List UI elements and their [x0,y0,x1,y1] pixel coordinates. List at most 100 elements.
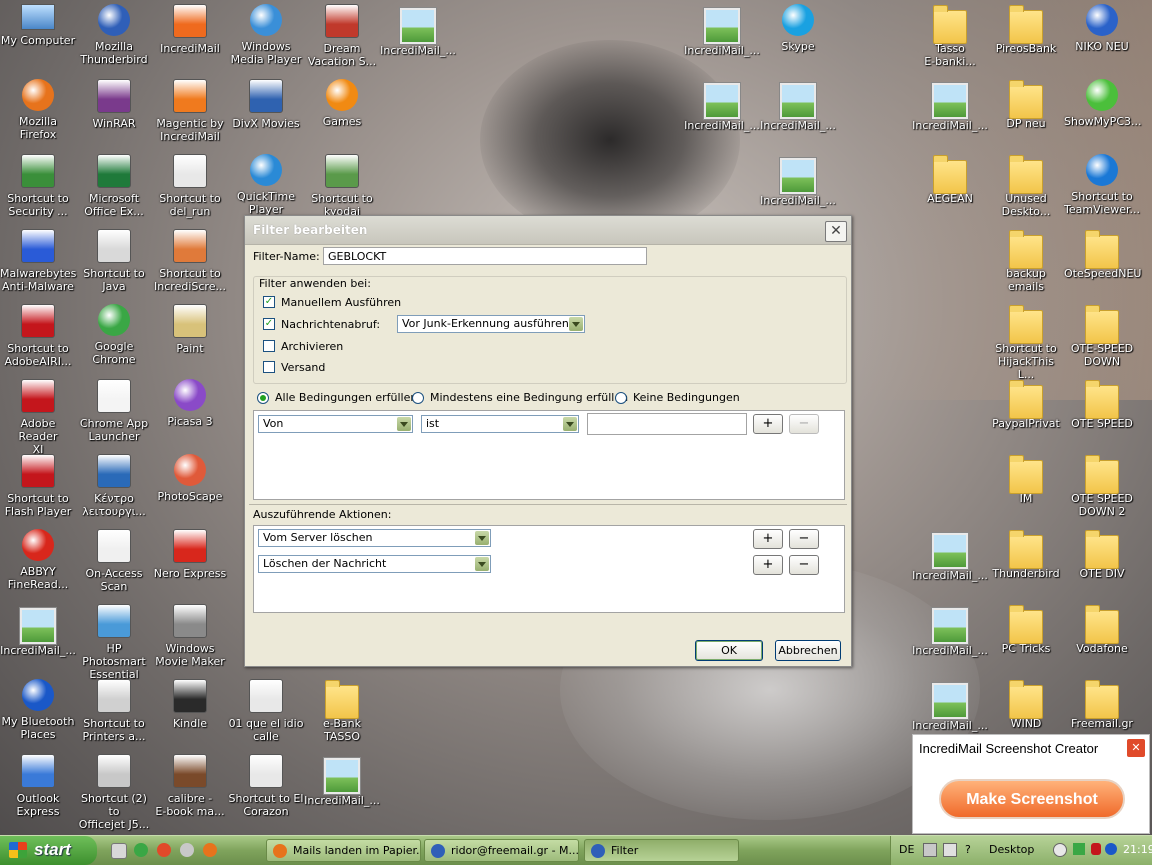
desktop-icon[interactable]: DivX Movies [228,79,304,130]
alert-icon[interactable] [1091,843,1101,855]
filter-name-input[interactable]: GEBLOCKT [323,247,647,265]
desktop-icon[interactable]: Kindle [152,679,228,730]
desktop-icon[interactable]: Mozilla Firefox [0,79,76,141]
desktop-icon[interactable]: DP neu [988,79,1064,130]
desktop-toolbar-label[interactable]: Desktop [989,843,1034,856]
desktop-icon[interactable]: Freemail.gr [1064,679,1140,730]
desktop-icon[interactable]: Picasa 3 [152,379,228,428]
desktop-icon[interactable]: Windows Movie Maker [152,604,228,668]
send-checkbox[interactable] [263,361,275,373]
desktop-icon[interactable]: PhotoScape [152,454,228,503]
match-none-radio[interactable] [615,392,627,404]
bluetooth-icon[interactable] [1105,843,1117,855]
manual-run-checkbox[interactable]: ✓ [263,296,275,308]
launcher-icon[interactable] [157,843,171,857]
desktop-icon[interactable]: Shortcut to Flash Player [0,454,76,518]
desktop-icon[interactable]: OTE-SPEED DOWN [1064,304,1140,368]
pen-icon[interactable] [943,843,957,857]
desktop-icon[interactable]: Mozilla Thunderbird [76,4,152,66]
desktop-icon[interactable]: ShowMyPC3... [1064,79,1141,128]
desktop-icon[interactable]: Shortcut to AdobeAIRI... [0,304,76,368]
task-freemail[interactable]: ridor@freemail.gr - M... [424,839,579,862]
desktop-icon[interactable]: 01 que el idio calle [228,679,304,743]
desktop-icon[interactable]: Shortcut to del_run [152,154,228,218]
action-select-1[interactable]: Vom Server löschen [258,529,491,547]
condition-operator-select[interactable]: ist [421,415,579,433]
retrieval-checkbox[interactable]: ✓ [263,318,275,330]
desktop-icon[interactable]: IM [988,454,1064,505]
desktop-icon[interactable]: IncrediMail_... [304,754,380,807]
desktop-icon[interactable]: My Computer [0,4,76,47]
desktop-icon[interactable]: My Bluetooth Places [0,679,76,741]
condition-field-select[interactable]: Von [258,415,413,433]
desktop-icon[interactable]: backup emails [988,229,1064,293]
retrieval-timing-select[interactable]: Vor Junk-Erkennung ausführen [397,315,585,333]
ok-button[interactable]: OK [695,640,763,661]
desktop-icon[interactable]: Shortcut to Printers a... [76,679,152,743]
chevron-left-icon[interactable] [1053,843,1067,857]
desktop-icon[interactable]: Shortcut to IncrediScre... [152,229,228,293]
help-icon[interactable]: ? [965,843,971,856]
desktop-icon[interactable]: Shortcut (2) to Officejet J5... [76,754,152,831]
desktop-icon[interactable]: IncrediMail_... [912,604,988,657]
archive-checkbox[interactable] [263,340,275,352]
desktop-icon[interactable]: Dream Vacation S... [304,4,380,68]
desktop-icon[interactable]: Shortcut to Java [76,229,152,293]
desktop-icon[interactable]: IncrediMail_... [684,79,760,132]
media-icon[interactable] [180,843,194,857]
match-all-radio[interactable] [257,392,269,404]
dialog-close-button[interactable]: ✕ [825,221,847,242]
match-any-radio[interactable] [412,392,424,404]
desktop-icon[interactable]: Nero Express [152,529,228,580]
desktop-icon[interactable]: WinRAR [76,79,152,130]
desktop-icon[interactable]: Vodafone [1064,604,1140,655]
screenshot-creator-close-button[interactable]: ✕ [1127,739,1145,757]
desktop-icon[interactable]: Malwarebytes Anti-Malware [0,229,76,293]
desktop-icon[interactable]: IncrediMail_... [912,79,988,132]
desktop-icon[interactable]: IncrediMail_... [380,4,456,57]
desktop-icon[interactable]: Unused Deskto... [988,154,1064,218]
make-screenshot-button[interactable]: Make Screenshot [939,779,1125,819]
desktop-icon[interactable]: Microsoft Office Ex... [76,154,152,218]
desktop-icon[interactable]: NIKO NEU [1064,4,1140,53]
add-action-button-1[interactable]: + [753,529,783,549]
remove-action-button-2[interactable]: − [789,555,819,575]
desktop-icon[interactable]: PireosBank [988,4,1064,55]
desktop-icon[interactable]: Shortcut to TeamViewer... [1064,154,1140,216]
desktop-icon[interactable]: Windows Media Player [228,4,304,66]
desktop-icon[interactable]: Outlook Express [0,754,76,818]
language-indicator[interactable]: DE [899,843,914,856]
desktop-icon[interactable]: Paint [152,304,228,355]
desktop-icon[interactable]: Google Chrome [76,304,152,366]
desktop-icon[interactable]: OTE DIV [1064,529,1140,580]
desktop-icon[interactable]: IncrediMail_... [760,79,836,132]
desktop-icon[interactable]: On-Access Scan [76,529,152,593]
desktop-icon[interactable]: Magentic by IncrediMail [152,79,228,143]
start-button[interactable]: start [0,836,97,865]
security-icon[interactable] [1073,843,1085,855]
desktop-icon[interactable]: Shortcut to Security ... [0,154,76,218]
desktop-icon[interactable]: OTE SPEED [1064,379,1140,430]
desktop-icon[interactable]: Shortcut to El Corazon [228,754,304,818]
show-desktop-icon[interactable] [111,843,127,859]
dialog-titlebar[interactable]: Filter bearbeiten ✕ [245,216,851,245]
desktop-icon[interactable]: OTE SPEED DOWN 2 [1064,454,1140,518]
firefox-icon[interactable] [203,843,217,857]
desktop-icon[interactable]: IncrediMail_... [0,604,76,657]
desktop-icon[interactable]: Skype [760,4,836,53]
chrome-icon[interactable] [134,843,148,857]
condition-value-input[interactable] [587,413,747,435]
desktop-icon[interactable]: Thunderbird [988,529,1064,580]
desktop-icon[interactable]: IncrediMail_... [912,679,988,732]
desktop-icon[interactable]: Shortcut to HijackThis L... [988,304,1064,381]
action-select-2[interactable]: Löschen der Nachricht [258,555,491,573]
cancel-button[interactable]: Abbrechen [775,640,841,661]
desktop-icon[interactable]: Κέντρο λειτουργι... [76,454,152,518]
desktop-icon[interactable]: calibre - E-book ma... [152,754,228,818]
desktop-icon[interactable]: Games [304,79,380,128]
desktop-icon[interactable]: IncrediMail_... [912,529,988,582]
desktop-icon[interactable]: PC Tricks [988,604,1064,655]
desktop-icon[interactable]: Adobe Reader XI [0,379,76,456]
add-action-button-2[interactable]: + [753,555,783,575]
task-filter[interactable]: Filter [584,839,739,862]
